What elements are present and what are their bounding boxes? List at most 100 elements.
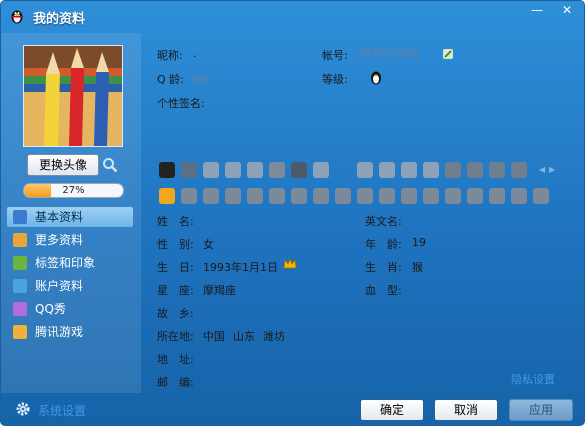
location-label: 所在地: xyxy=(157,330,194,343)
diamond-gray-8-icon[interactable] xyxy=(423,162,439,178)
edit-pencil-icon[interactable] xyxy=(442,48,454,60)
spiral-badge-icon[interactable] xyxy=(401,188,417,204)
qq-badge-icon[interactable] xyxy=(533,188,549,204)
location-city: 潍坊 xyxy=(263,330,285,343)
q-badge-icon[interactable] xyxy=(269,188,285,204)
p-badge-icon[interactable] xyxy=(225,188,241,204)
age-value: 19 xyxy=(412,236,426,249)
profile-main: 昵称: . 帐号: 287952502 Q 龄: 0年 等级: 个性签名: ◀ … xyxy=(141,33,584,393)
music-note-badge-icon[interactable] xyxy=(423,188,439,204)
zodiac-animal-label: 生 肖: xyxy=(365,261,402,274)
vip-shield-icon[interactable] xyxy=(159,188,175,204)
privacy-settings-link[interactable]: 隐私设置 xyxy=(511,371,555,387)
clover-badge-icon[interactable] xyxy=(335,188,351,204)
robot-badge-icon[interactable] xyxy=(313,188,329,204)
privilege-icons-row-1: ◀ ▶ xyxy=(159,162,559,180)
scissors-badge-icon[interactable] xyxy=(445,188,461,204)
address-label: 地 址: xyxy=(157,353,194,366)
diamond-gray-4-icon[interactable] xyxy=(313,162,329,178)
tencent-games-icon xyxy=(13,325,27,339)
nickname-label: 昵称: xyxy=(157,49,183,62)
tag-icon xyxy=(13,256,27,270)
sidebar-item-label: QQ秀 xyxy=(35,302,66,316)
shield-badge-icon[interactable] xyxy=(467,188,483,204)
qage-label: Q 龄: xyxy=(157,73,184,86)
scroll-left-arrow-icon[interactable]: ◀ xyxy=(539,165,545,174)
apply-button[interactable]: 应用 xyxy=(509,399,573,421)
gear-icon[interactable] xyxy=(15,401,31,417)
app-badge-icon[interactable] xyxy=(291,188,307,204)
phone-badge-icon[interactable] xyxy=(181,162,197,178)
location-province: 山东 xyxy=(233,330,255,343)
sidebar-item-label: 腾讯游戏 xyxy=(35,325,84,339)
profile-completion-bar: 27% xyxy=(23,183,124,198)
sidebar-item-tencent-games[interactable]: 腾讯游戏 xyxy=(7,322,133,342)
sidebar-item-label: 账户资料 xyxy=(35,279,84,293)
qage-value: 0年 xyxy=(193,73,211,86)
birthday-crown-icon[interactable] xyxy=(283,257,297,271)
penguin-badge-icon[interactable] xyxy=(159,162,175,178)
profile-card-icon xyxy=(13,210,27,224)
constellation-value: 摩羯座 xyxy=(203,284,236,297)
profile-completion-text: 27% xyxy=(62,185,85,196)
music-badge-icon[interactable] xyxy=(445,162,461,178)
star-outline-icon[interactable] xyxy=(203,188,219,204)
scroll-right-arrow-icon[interactable]: ▶ xyxy=(549,165,555,174)
minimize-button[interactable]: — xyxy=(523,2,551,20)
change-avatar-button[interactable]: 更换头像 xyxy=(27,154,99,176)
mail-badge-icon[interactable] xyxy=(357,188,373,204)
pet-badge-icon[interactable] xyxy=(247,188,263,204)
heart-badge-icon[interactable] xyxy=(269,162,285,178)
diamond-gray-5-icon[interactable] xyxy=(357,162,373,178)
location-country: 中国 xyxy=(203,330,225,343)
account-label: 帐号: xyxy=(322,49,348,62)
birthday-value: 1993年1月1日 xyxy=(203,261,278,274)
account-icon xyxy=(13,279,27,293)
book-badge-icon[interactable] xyxy=(511,162,527,178)
footer-bar: 系统设置 确定 取消 应用 xyxy=(1,393,584,425)
sidebar-item-tag[interactable]: 标签和印象 xyxy=(7,253,133,273)
hometown-label: 故 乡: xyxy=(157,307,194,320)
diamond-gray-2-icon[interactable] xyxy=(225,162,241,178)
sidebar-item-label: 标签和印象 xyxy=(35,256,96,270)
sidebar-item-more-info[interactable]: 更多资料 xyxy=(7,230,133,250)
sidebar-item-profile-card[interactable]: 基本资料 xyxy=(7,207,133,227)
age-label: 年 龄: xyxy=(365,238,402,251)
avatar-image xyxy=(24,46,122,146)
nickname-value: . xyxy=(193,47,197,60)
zodiac-animal-value: 猴 xyxy=(412,261,423,274)
qq-penguin-icon xyxy=(11,10,23,24)
constellation-label: 星 座: xyxy=(157,284,194,297)
title-bar[interactable]: 我的资料 — ✕ xyxy=(1,1,584,33)
account-value: 287952502 xyxy=(357,47,420,60)
signature-label: 个性签名: xyxy=(157,97,205,110)
avatar[interactable] xyxy=(23,45,123,147)
star-badge-icon[interactable] xyxy=(291,162,307,178)
swirl-badge-icon[interactable] xyxy=(489,188,505,204)
english-name-label: 英文名: xyxy=(365,215,402,228)
cube-badge-icon[interactable] xyxy=(511,188,527,204)
diamond-gray-6-icon[interactable] xyxy=(379,162,395,178)
diamond-gray-1-icon[interactable] xyxy=(203,162,219,178)
cancel-button[interactable]: 取消 xyxy=(434,399,498,421)
ok-button[interactable]: 确定 xyxy=(360,399,424,421)
download-badge-icon[interactable] xyxy=(489,162,505,178)
game-badge-icon[interactable] xyxy=(467,162,483,178)
check-badge-icon[interactable] xyxy=(181,188,197,204)
qq-show-icon xyxy=(13,302,27,316)
more-info-icon xyxy=(13,233,27,247)
diamond-gray-7-icon[interactable] xyxy=(401,162,417,178)
system-settings-link[interactable]: 系统设置 xyxy=(38,402,86,419)
sidebar-item-qq-show[interactable]: QQ秀 xyxy=(7,299,133,319)
close-button[interactable]: ✕ xyxy=(553,2,581,20)
gender-label: 性 别: xyxy=(157,238,194,251)
birthday-label: 生 日: xyxy=(157,261,194,274)
blood-type-label: 血 型: xyxy=(365,284,402,297)
level-penguin-icon xyxy=(371,71,381,85)
sidebar-item-label: 基本资料 xyxy=(35,210,84,224)
diamond-gray-3-icon[interactable] xyxy=(247,162,263,178)
level-label: 等级: xyxy=(322,73,348,86)
magnify-icon[interactable] xyxy=(102,157,118,173)
sidebar-item-account[interactable]: 账户资料 xyxy=(7,276,133,296)
camera-badge-icon[interactable] xyxy=(379,188,395,204)
